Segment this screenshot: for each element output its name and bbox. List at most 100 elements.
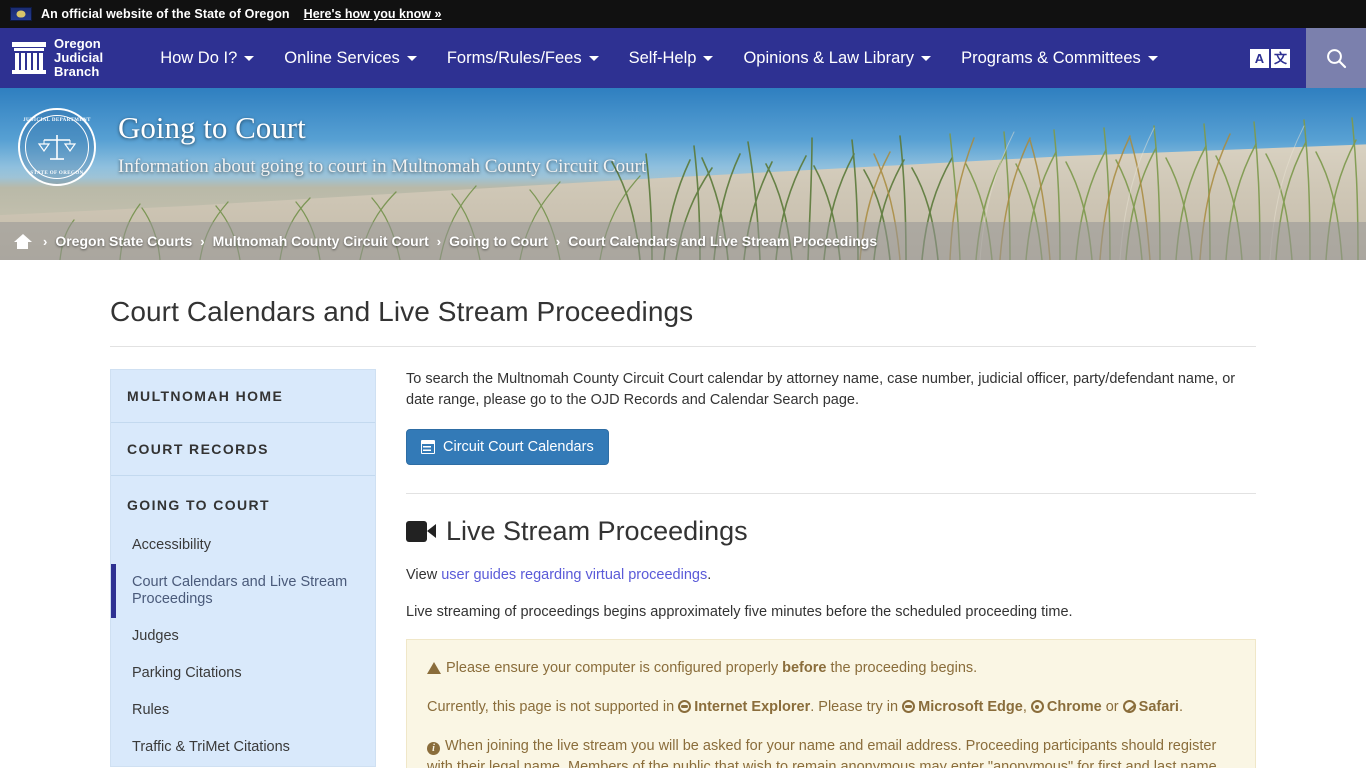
nav-item-forms-rules-fees[interactable]: Forms/Rules/Fees [432, 28, 614, 88]
info-text: When joining the live stream you will be… [427, 738, 1217, 768]
warn-text-1: Please ensure your computer is configure… [446, 660, 783, 676]
intro-paragraph: To search the Multnomah County Circuit C… [406, 371, 1236, 408]
browsers-or: or [1101, 699, 1123, 715]
hero-title: Going to Court [118, 110, 306, 145]
breadcrumb-separator: › [436, 233, 442, 249]
sidebar-item-judges[interactable]: Judges [111, 618, 375, 655]
live-stream-heading: Live Stream Proceedings [406, 516, 1256, 547]
browsers-mid: . Please try in [810, 699, 903, 715]
seal-bottom-text: STATE OF OREGON [30, 171, 84, 176]
breadcrumb-item-current: Court Calendars and Live Stream Proceedi… [568, 233, 878, 249]
browser-chrome-label: Chrome [1046, 699, 1102, 715]
chevron-down-icon [244, 55, 255, 61]
home-icon[interactable] [13, 233, 32, 249]
sidebar-item-rules[interactable]: Rules [111, 692, 375, 729]
button-label: Circuit Court Calendars [443, 439, 594, 455]
sidebar-group-title-going-to-court: Going to Court [127, 497, 271, 513]
how-you-know-link[interactable]: Here's how you know » [304, 7, 442, 21]
browser-ie-label: Internet Explorer [694, 699, 811, 715]
search-icon[interactable] [1306, 28, 1366, 88]
content-columns: Multnomah Home Court Records Going to Co… [110, 347, 1256, 768]
info-circle-icon: i [427, 742, 440, 755]
brand-logo[interactable]: Oregon Judicial Branch [0, 28, 117, 88]
brand-line-3: Branch [54, 64, 100, 79]
user-guides-link[interactable]: user guides regarding virtual proceeding… [441, 567, 707, 583]
chevron-down-icon [1147, 55, 1158, 61]
brand-text: Oregon Judicial Branch [54, 37, 103, 79]
browsers-prefix: Currently, this page is not supported in [427, 699, 679, 715]
hero-content: JUDICIAL DEPARTMENT STATE OF OREGON Goin… [0, 88, 1366, 224]
view-prefix: View [406, 567, 442, 583]
section-heading-text: Live Stream Proceedings [446, 516, 748, 546]
alert-warning-line: Please ensure your computer is configure… [427, 658, 1235, 679]
streaming-note: Live streaming of proceedings begins app… [406, 604, 1073, 620]
official-state-banner: An official website of the State of Oreg… [0, 0, 1366, 28]
internet-explorer-icon [678, 700, 692, 713]
view-suffix: . [707, 567, 712, 583]
page-body: Court Calendars and Live Stream Proceedi… [0, 260, 1366, 768]
nav-label: Self-Help [628, 48, 697, 67]
sidebar-item-court-calendars-and-live-stream-proceedings[interactable]: Court Calendars and Live Stream Proceedi… [111, 564, 375, 618]
sidebar-item-accessibility[interactable]: Accessibility [111, 527, 375, 564]
nav-item-online-services[interactable]: Online Services [269, 28, 432, 88]
nav-label: Forms/Rules/Fees [446, 48, 582, 67]
sidebar-nav: Multnomah Home Court Records Going to Co… [110, 369, 376, 767]
breadcrumb-item-oregon-state-courts[interactable]: Oregon State Courts [55, 233, 192, 249]
chevron-down-icon [921, 55, 932, 61]
sidebar-item-parking-citations[interactable]: Parking Citations [111, 655, 375, 692]
official-site-text: An official website of the State of Oreg… [41, 7, 290, 21]
warn-text-2: the proceeding begins. [826, 660, 978, 676]
safari-icon [1122, 700, 1136, 713]
warning-triangle-icon [427, 662, 441, 674]
courthouse-icon [12, 40, 46, 76]
microsoft-edge-icon [902, 700, 916, 713]
circuit-court-calendars-button[interactable]: Circuit Court Calendars [406, 429, 609, 465]
chevron-down-icon [406, 55, 417, 61]
breadcrumb-item-multnomah-county-circuit-court[interactable]: Multnomah County Circuit Court [213, 233, 429, 249]
nav-item-opinions-law-library[interactable]: Opinions & Law Library [728, 28, 946, 88]
breadcrumb-separator: › [555, 233, 561, 249]
nav-item-self-help[interactable]: Self-Help [614, 28, 729, 88]
main-navigation: Oregon Judicial Branch How Do I? Online … [0, 28, 1366, 88]
nav-menu: How Do I? Online Services Forms/Rules/Fe… [145, 28, 1250, 88]
browser-edge-label: Microsoft Edge [918, 699, 1023, 715]
live-stream-alert-box: Please ensure your computer is configure… [406, 639, 1256, 768]
brand-line-2: Judicial [54, 50, 104, 65]
oregon-judicial-seal-icon: JUDICIAL DEPARTMENT STATE OF OREGON [18, 108, 96, 186]
user-guides-line: View user guides regarding virtual proce… [406, 565, 1256, 586]
page-header: Court Calendars and Live Stream Proceedi… [110, 260, 1256, 347]
hero-subtitle: Information about going to court in Mult… [118, 156, 647, 177]
chevron-down-icon [588, 55, 599, 61]
nav-label: Online Services [284, 48, 400, 67]
browser-safari-label: Safari [1138, 699, 1179, 715]
hero-titles: Going to Court Information about going t… [118, 106, 646, 178]
alert-info-line: i When joining the live stream you will b… [427, 736, 1235, 768]
alert-browsers-line: Currently, this page is not supported in… [427, 697, 1235, 718]
breadcrumb-separator: › [200, 233, 205, 249]
nav-item-how-do-i[interactable]: How Do I? [145, 28, 269, 88]
translate-icon[interactable]: A 文 [1250, 48, 1290, 68]
sidebar-item-multnomah-home[interactable]: Multnomah Home [111, 370, 375, 423]
seal-top-text: JUDICIAL DEPARTMENT [23, 118, 91, 123]
brand-line-1: Oregon [54, 36, 101, 51]
section-divider [406, 493, 1256, 494]
oregon-flag-icon [10, 7, 32, 21]
browsers-end: . [1178, 699, 1183, 715]
hero-banner: JUDICIAL DEPARTMENT STATE OF OREGON Goin… [0, 88, 1366, 260]
nav-label: Programs & Committees [961, 48, 1141, 67]
breadcrumb-item-going-to-court[interactable]: Going to Court [449, 233, 548, 249]
translate-cjk-glyph: 文 [1271, 48, 1290, 68]
page-title: Court Calendars and Live Stream Proceedi… [110, 296, 694, 327]
sidebar-item-traffic-trimet-citations[interactable]: Traffic & TriMet Citations [111, 729, 375, 766]
sidebar-item-court-records[interactable]: Court Records [111, 423, 375, 476]
nav-label: How Do I? [160, 48, 238, 67]
chevron-down-icon [703, 55, 714, 61]
browsers-comma: , [1022, 699, 1031, 715]
warn-bold: before [782, 660, 827, 676]
chrome-icon [1030, 700, 1044, 713]
nav-item-programs-committees[interactable]: Programs & Committees [946, 28, 1173, 88]
nav-label: Opinions & Law Library [743, 48, 915, 67]
nav-utilities: A 文 [1250, 28, 1366, 88]
main-content: To search the Multnomah County Circuit C… [376, 369, 1256, 768]
breadcrumb-separator: › [43, 233, 48, 249]
